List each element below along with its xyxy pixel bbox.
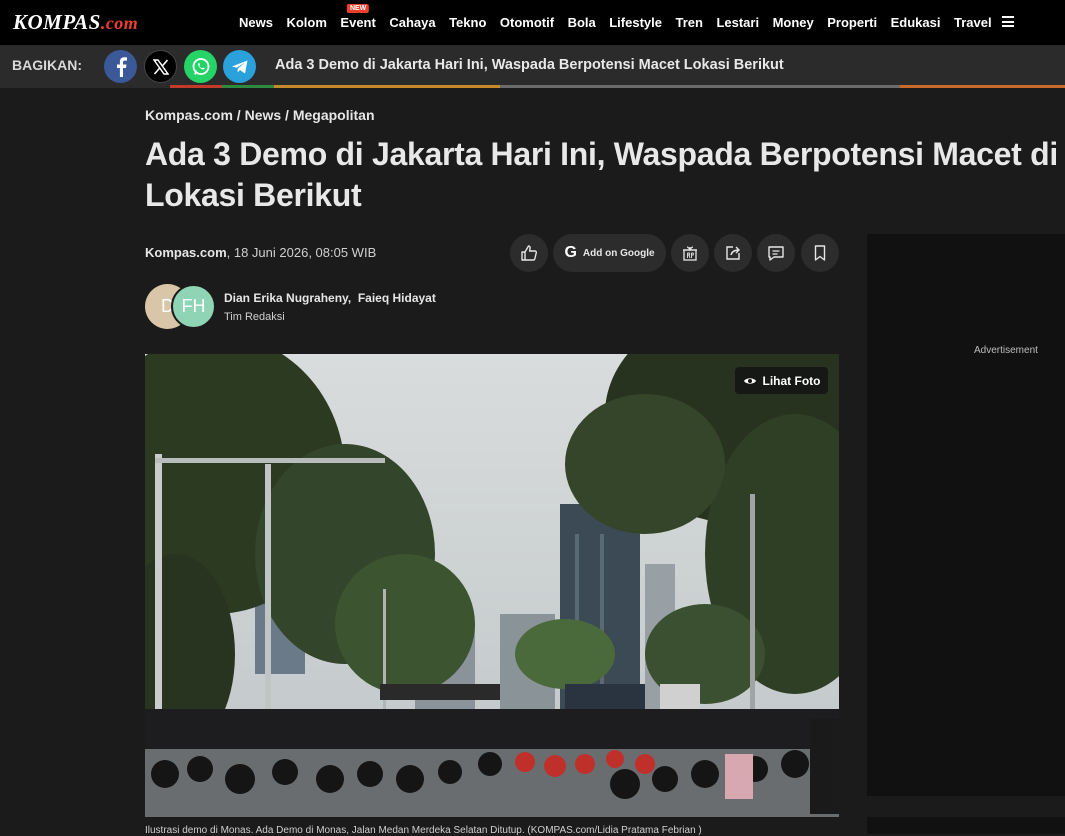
bookmark-icon: [814, 245, 826, 261]
x-share-button[interactable]: [144, 50, 177, 83]
author-names: Dian Erika Nugraheny, Faieq Hidayat: [224, 291, 436, 305]
comment-button[interactable]: [757, 234, 795, 272]
nav-item-event-label: Event: [340, 15, 376, 30]
telegram-share-button[interactable]: [223, 50, 256, 83]
article-meta: Kompas.com, 18 Juni 2026, 08:05 WIB: [145, 245, 376, 260]
nav-item-travel[interactable]: Travel: [954, 15, 992, 30]
x-icon: [152, 58, 169, 75]
author-link-dian[interactable]: Dian Erika Nugraheny,: [224, 291, 351, 305]
article-photo[interactable]: [145, 354, 839, 817]
facebook-share-button[interactable]: [104, 50, 137, 83]
nav-item-money[interactable]: Money: [773, 15, 814, 30]
color-stripe: [0, 85, 1065, 88]
nav-item-lestari[interactable]: Lestari: [716, 15, 759, 30]
breadcrumb-separator: /: [281, 107, 293, 123]
nav-item-event[interactable]: Event NEW: [340, 4, 376, 30]
breadcrumb-separator: /: [232, 107, 245, 123]
whatsapp-share-button[interactable]: [184, 50, 217, 83]
view-photo-button[interactable]: Lihat Foto: [735, 367, 828, 394]
telegram-icon: [231, 60, 247, 73]
advertisement-label: Advertisement: [974, 345, 1038, 356]
top-navigation: KOMPAS.com News Kolom Event NEW Cahaya Te…: [0, 0, 1065, 45]
bookmark-button[interactable]: [801, 234, 839, 272]
facebook-icon: [116, 56, 127, 77]
share-bar-headline[interactable]: Ada 3 Demo di Jakarta Hari Ini, Waspada …: [275, 57, 784, 73]
whatsapp-icon: [192, 57, 209, 75]
hamburger-icon[interactable]: [1002, 16, 1014, 27]
share-label: BAGIKAN:: [12, 57, 82, 73]
advertisement-box[interactable]: [867, 234, 1065, 796]
breadcrumb-kompas[interactable]: Kompas.com: [145, 107, 233, 123]
share-bar: BAGIKAN: Ada 3 Demo di Jakarta Hari Ini,…: [0, 45, 1065, 87]
google-icon: G: [564, 244, 577, 261]
view-photo-label: Lihat Foto: [762, 373, 821, 388]
thumbs-up-icon: [521, 245, 538, 261]
author-team: Tim Redaksi: [224, 311, 285, 323]
nav-item-tren[interactable]: Tren: [675, 15, 702, 30]
nav-menu: News Kolom Event NEW Cahaya Tekno Otomoti…: [239, 0, 1005, 45]
share-icon: [726, 246, 740, 260]
photo-caption: Ilustrasi demo di Monas. Ada Demo di Mon…: [145, 825, 702, 836]
demo-street-photo: [145, 354, 839, 817]
breadcrumb: Kompas.com / News / Megapolitan: [145, 107, 375, 123]
author-link-faieq[interactable]: Faieq Hidayat: [358, 291, 436, 305]
breadcrumb-news[interactable]: News: [245, 107, 282, 123]
add-on-google-button[interactable]: G Add on Google: [553, 234, 666, 272]
share-button[interactable]: [714, 234, 752, 272]
nav-item-lifestyle[interactable]: Lifestyle: [609, 15, 662, 30]
breadcrumb-megapolitan[interactable]: Megapolitan: [293, 107, 375, 123]
nav-item-cahaya[interactable]: Cahaya: [389, 15, 435, 30]
article-date: , 18 Juni 2026, 08:05 WIB: [226, 245, 377, 260]
nav-item-edukasi[interactable]: Edukasi: [891, 15, 941, 30]
eye-icon: [743, 377, 756, 384]
nav-item-otomotif[interactable]: Otomotif: [500, 15, 554, 30]
new-badge: NEW: [346, 4, 370, 13]
nav-item-news[interactable]: News: [239, 15, 273, 30]
article-source[interactable]: Kompas.com: [145, 245, 227, 260]
article-title: Ada 3 Demo di Jakarta Hari Ini, Waspada …: [145, 136, 1058, 213]
author-avatar-faieq[interactable]: FH: [171, 284, 216, 329]
advertisement-box-lower[interactable]: [867, 817, 1065, 834]
nav-item-bola[interactable]: Bola: [568, 15, 596, 30]
gift-rupiah-icon: [683, 246, 697, 261]
nav-item-kolom[interactable]: Kolom: [286, 15, 326, 30]
kompas-logo[interactable]: KOMPAS.com: [13, 10, 138, 35]
comment-icon: [768, 246, 784, 261]
support-button[interactable]: [671, 234, 709, 272]
nav-item-tekno[interactable]: Tekno: [449, 15, 486, 30]
like-button[interactable]: [510, 234, 548, 272]
add-on-google-label: Add on Google: [582, 247, 655, 259]
nav-item-properti[interactable]: Properti: [827, 15, 877, 30]
